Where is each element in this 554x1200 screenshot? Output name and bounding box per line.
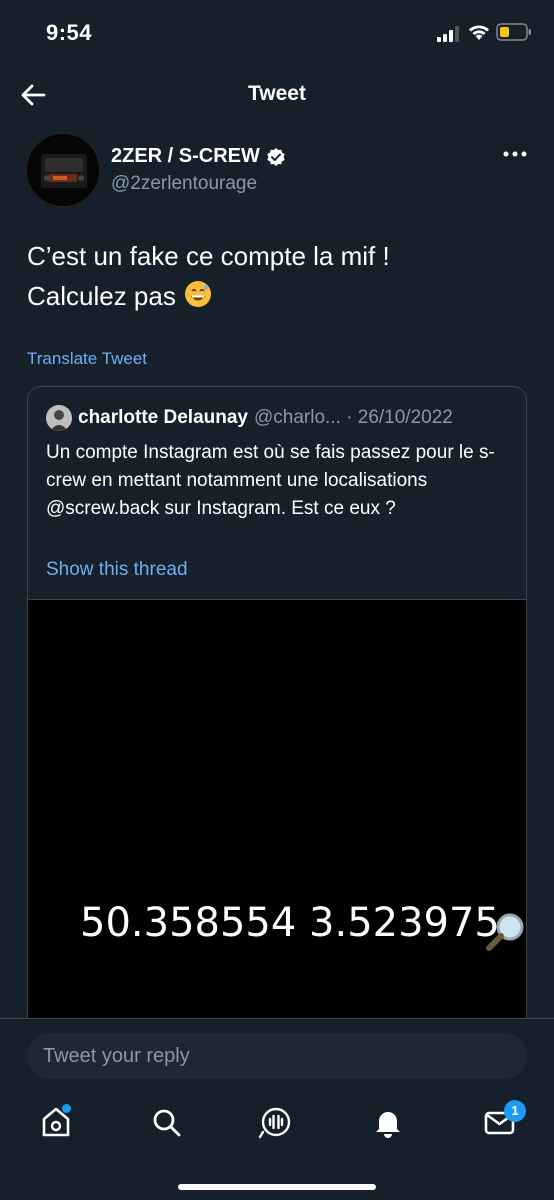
quote-author-avatar	[46, 405, 72, 431]
nav-header: Tweet	[0, 66, 554, 124]
author-handle[interactable]: @2zerlentourage	[111, 173, 257, 195]
verified-badge-icon	[267, 147, 285, 166]
magnifier-emoji-icon	[486, 913, 524, 951]
tweet-text-line: Calculez pas	[27, 276, 527, 316]
quote-author-handle-date: @charlo... · 26/10/2022	[254, 407, 453, 428]
tab-bar: 1	[0, 1090, 554, 1200]
quote-author-name: charlotte Delaunay	[78, 407, 248, 428]
status-time: 9:54	[46, 20, 93, 45]
author-name[interactable]: 2ZER / S-CREW	[111, 145, 286, 168]
notifications-bell-icon[interactable]	[370, 1104, 406, 1140]
author-name-text: 2ZER / S-CREW	[111, 145, 260, 167]
translate-tweet-link[interactable]: Translate Tweet	[27, 349, 147, 369]
quote-text: Un compte Instagram est où se fais passe…	[46, 442, 495, 519]
tweet-text: C’est un fake ce compte la mif ! Calcule…	[27, 236, 527, 316]
tweet-text-line: C’est un fake ce compte la mif !	[27, 241, 390, 271]
reply-bar: Tweet your reply	[0, 1018, 554, 1090]
quote-avatar-image-icon	[46, 405, 72, 431]
grinning-sweat-emoji-icon	[185, 281, 212, 307]
more-options-icon[interactable]	[500, 144, 530, 164]
show-thread-link[interactable]: Show this thread	[46, 559, 188, 581]
media-caption: 50.358554 3.523975	[80, 900, 500, 946]
battery-icon	[496, 23, 531, 41]
spaces-icon[interactable]	[258, 1104, 294, 1140]
search-icon[interactable]	[148, 1104, 184, 1140]
messages-badge: 1	[504, 1100, 526, 1122]
tweet-text-line2: Calculez pas	[27, 281, 176, 311]
page-title: Tweet	[248, 82, 306, 105]
quote-header: charlotte Delaunay @charlo... · 26/10/20…	[46, 405, 453, 431]
home-new-dot	[62, 1104, 71, 1113]
signal-icon	[437, 26, 459, 42]
home-indicator	[178, 1184, 376, 1190]
wifi-icon	[469, 25, 489, 40]
avatar-image-icon	[27, 134, 99, 206]
reply-input[interactable]: Tweet your reply	[27, 1033, 527, 1079]
status-bar: 9:54	[0, 0, 554, 66]
author-avatar[interactable]	[26, 133, 100, 207]
